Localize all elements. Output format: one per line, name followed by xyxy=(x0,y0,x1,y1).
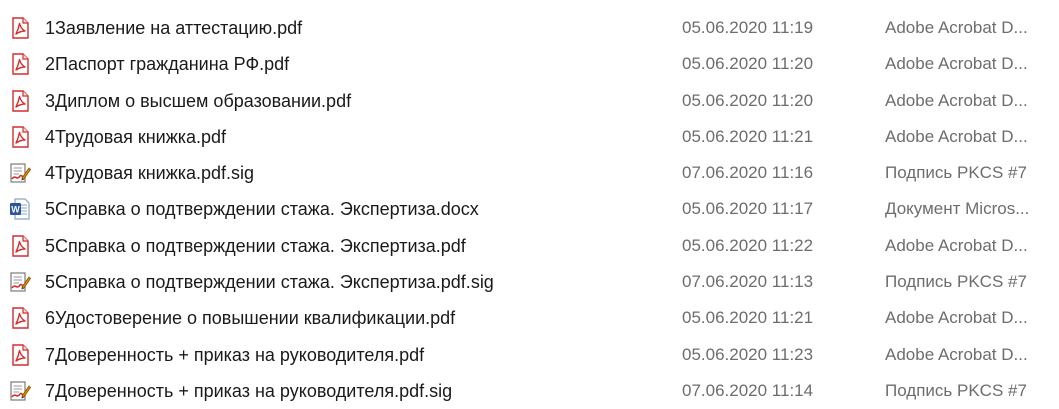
signature-icon xyxy=(9,271,31,293)
file-name[interactable]: 2Паспорт гражданина РФ.pdf xyxy=(45,53,289,75)
file-type: Подпись PKCS #7 xyxy=(885,380,1027,400)
file-date-modified: 05.06.2020 11:23 xyxy=(682,344,814,364)
file-name[interactable]: 5Справка о подтверждении стажа. Эксперти… xyxy=(45,235,466,257)
file-name[interactable]: 3Диплом о высшем образовании.pdf xyxy=(45,90,351,112)
file-name[interactable]: 6Удостоверение о повышении квалификации.… xyxy=(45,307,455,329)
pdf-icon xyxy=(9,235,31,257)
file-date-modified: 05.06.2020 11:17 xyxy=(682,199,814,219)
word-icon: W xyxy=(9,198,31,221)
file-type: Adobe Acrobat D... xyxy=(885,344,1028,364)
file-type: Подпись PKCS #7 xyxy=(885,163,1027,183)
file-type: Adobe Acrobat D... xyxy=(885,90,1028,110)
file-name[interactable]: 5Справка о подтверждении стажа. Эксперти… xyxy=(45,198,479,220)
signature-icon xyxy=(9,162,31,184)
file-name[interactable]: 5Справка о подтверждении стажа. Эксперти… xyxy=(45,271,494,293)
file-row[interactable]: 5Справка о подтверждении стажа. Эксперти… xyxy=(0,228,1059,264)
file-row[interactable]: 1Заявление на аттестацию.pdf 05.06.2020 1… xyxy=(0,10,1059,46)
file-date-modified: 07.06.2020 11:16 xyxy=(682,163,814,183)
file-row[interactable]: 4Трудовая книжка.pdf.sig 07.06.2020 11:16… xyxy=(0,155,1059,191)
file-row[interactable]: 7Доверенность + приказ на руководителя.p… xyxy=(0,373,1059,409)
pdf-icon xyxy=(9,17,31,39)
file-type: Adobe Acrobat D... xyxy=(885,54,1028,74)
pdf-icon xyxy=(9,307,31,330)
file-name[interactable]: 7Доверенность + приказ на руководителя.p… xyxy=(45,344,424,366)
file-date-modified: 07.06.2020 11:13 xyxy=(682,272,814,292)
svg-text:W: W xyxy=(11,205,20,215)
file-date-modified: 05.06.2020 11:21 xyxy=(682,308,814,328)
file-date-modified: 05.06.2020 11:22 xyxy=(682,235,814,255)
file-date-modified: 05.06.2020 11:21 xyxy=(682,126,814,146)
pdf-icon xyxy=(9,343,31,366)
file-date-modified: 07.06.2020 11:14 xyxy=(682,380,814,400)
file-type: Adobe Acrobat D... xyxy=(885,235,1028,255)
pdf-icon xyxy=(9,126,31,148)
file-row[interactable]: 5Справка о подтверждении стажа. Эксперти… xyxy=(0,264,1059,300)
file-name[interactable]: 1Заявление на аттестацию.pdf xyxy=(45,17,302,39)
file-row[interactable]: 4Трудовая книжка.pdf 05.06.2020 11:21 Adob… xyxy=(0,119,1059,155)
file-row[interactable]: 6Удостоверение о повышении квалификации.… xyxy=(0,300,1059,336)
file-type: Подпись PKCS #7 xyxy=(885,272,1027,292)
file-list: 1Заявление на аттестацию.pdf 05.06.2020 1… xyxy=(0,10,1059,409)
file-row[interactable]: 7Доверенность + приказ на руководителя.p… xyxy=(0,337,1059,373)
file-name[interactable]: 4Трудовая книжка.pdf xyxy=(45,126,226,148)
file-name[interactable]: 7Доверенность + приказ на руководителя.p… xyxy=(45,380,452,402)
file-type: Adobe Acrobat D... xyxy=(885,18,1028,37)
file-row[interactable]: W 5Справка о подтверждении стажа. Эксперт… xyxy=(0,191,1059,227)
file-type: Adobe Acrobat D... xyxy=(885,308,1028,328)
pdf-icon xyxy=(9,89,31,112)
file-type: Документ Micros... xyxy=(885,199,1030,219)
file-name[interactable]: 4Трудовая книжка.pdf.sig xyxy=(45,162,254,184)
signature-icon xyxy=(9,380,31,402)
file-date-modified: 05.06.2020 11:19 xyxy=(682,18,814,37)
file-row[interactable]: 3Диплом о высшем образовании.pdf 05.06.20… xyxy=(0,83,1059,119)
file-row[interactable]: 2Паспорт гражданина РФ.pdf 05.06.2020 11:… xyxy=(0,46,1059,82)
file-date-modified: 05.06.2020 11:20 xyxy=(682,90,814,110)
file-type: Adobe Acrobat D... xyxy=(885,126,1028,146)
file-date-modified: 05.06.2020 11:20 xyxy=(682,54,814,74)
pdf-icon xyxy=(9,53,31,75)
